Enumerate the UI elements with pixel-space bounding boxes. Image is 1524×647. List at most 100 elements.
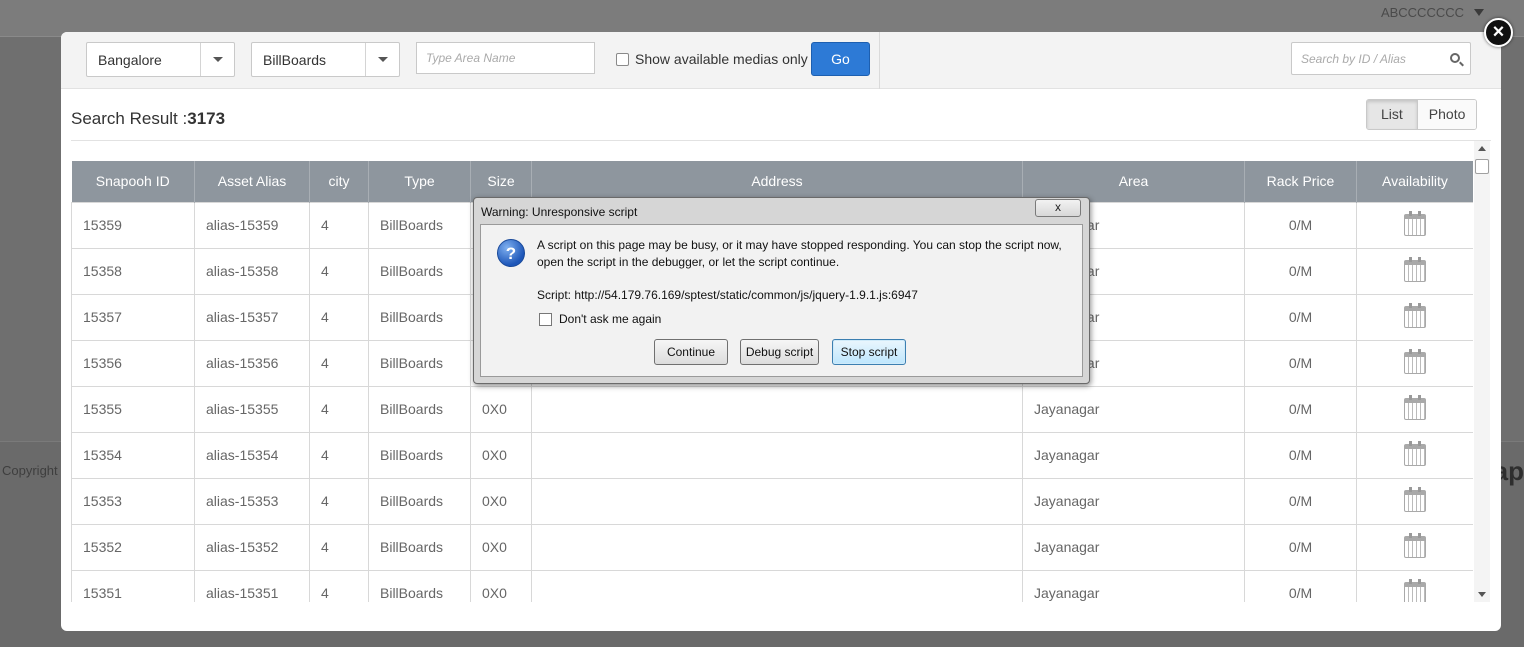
area-cell: Jayanagar xyxy=(1022,477,1245,525)
column-header[interactable]: Availability xyxy=(1356,161,1473,202)
rack-price-cell: 0/M xyxy=(1244,293,1357,341)
calendar-icon[interactable] xyxy=(1404,441,1426,466)
rack-price-cell: 0/M xyxy=(1244,247,1357,295)
search-result-label: Search Result : xyxy=(71,109,188,128)
stop-script-button[interactable]: Stop script xyxy=(832,339,906,365)
column-header[interactable]: Size xyxy=(470,161,532,202)
chevron-down-icon[interactable] xyxy=(365,43,399,76)
table-row[interactable]: 15354 alias-15354 4 BillBoards 0X0 Jayanagar 0… xyxy=(71,431,1473,479)
city-cell: 4 xyxy=(309,339,369,387)
type-cell: BillBoards xyxy=(368,431,471,479)
type-cell: BillBoards xyxy=(368,293,471,341)
snapooh-id-cell: 15356 xyxy=(71,339,195,387)
asset-alias-cell: alias-15355 xyxy=(194,385,310,433)
city-select[interactable]: Bangalore xyxy=(86,42,235,77)
chevron-down-icon[interactable] xyxy=(200,43,234,76)
calendar-icon[interactable] xyxy=(1404,533,1426,558)
snapooh-id-cell: 15354 xyxy=(71,431,195,479)
copyright-text: Copyright xyxy=(2,463,58,478)
show-available-checkbox-row[interactable]: Show available medias only xyxy=(616,51,808,67)
area-cell: Jayanagar xyxy=(1022,385,1245,433)
dont-ask-label: Don't ask me again xyxy=(559,312,662,326)
search-result-count: 3173 xyxy=(187,109,226,128)
calendar-icon[interactable] xyxy=(1404,487,1426,512)
availability-cell xyxy=(1356,385,1473,433)
snapooh-id-cell: 15358 xyxy=(71,247,195,295)
rack-price-cell: 0/M xyxy=(1244,339,1357,387)
asset-alias-cell: alias-15357 xyxy=(194,293,310,341)
size-cell: 0X0 xyxy=(470,569,532,602)
availability-cell xyxy=(1356,477,1473,525)
type-cell: BillBoards xyxy=(368,477,471,525)
id-alias-search-input[interactable] xyxy=(1292,43,1432,74)
column-header[interactable]: Snapooh ID xyxy=(71,161,195,202)
address-cell xyxy=(531,569,1023,602)
address-cell xyxy=(531,523,1023,571)
toolbar-divider xyxy=(879,32,880,89)
continue-button[interactable]: Continue xyxy=(654,339,728,365)
dialog-message: A script on this page may be busy, or it… xyxy=(537,238,1062,269)
size-cell: 0X0 xyxy=(470,523,532,571)
calendar-icon[interactable] xyxy=(1404,211,1426,236)
availability-cell xyxy=(1356,523,1473,571)
snapooh-id-cell: 15359 xyxy=(71,201,195,249)
calendar-icon[interactable] xyxy=(1404,349,1426,374)
close-icon[interactable]: × xyxy=(1484,18,1513,47)
column-header[interactable]: Type xyxy=(368,161,471,202)
availability-cell xyxy=(1356,569,1473,602)
calendar-icon[interactable] xyxy=(1404,303,1426,328)
availability-cell xyxy=(1356,201,1473,249)
scroll-down-icon[interactable] xyxy=(1478,592,1486,597)
city-cell: 4 xyxy=(309,201,369,249)
dont-ask-checkbox-row[interactable]: Don't ask me again xyxy=(539,312,661,326)
rack-price-cell: 0/M xyxy=(1244,431,1357,479)
search-icon[interactable] xyxy=(1450,53,1460,63)
asset-alias-cell: alias-15353 xyxy=(194,477,310,525)
rack-price-cell: 0/M xyxy=(1244,201,1357,249)
city-cell: 4 xyxy=(309,293,369,341)
city-cell: 4 xyxy=(309,385,369,433)
id-alias-search[interactable] xyxy=(1291,42,1471,75)
show-available-checkbox[interactable] xyxy=(616,52,629,66)
table-row[interactable]: 15351 alias-15351 4 BillBoards 0X0 Jayanagar 0… xyxy=(71,569,1473,602)
go-button[interactable]: Go xyxy=(811,42,870,76)
table-row[interactable]: 15353 alias-15353 4 BillBoards 0X0 Jayanagar 0… xyxy=(71,477,1473,525)
column-header[interactable]: Asset Alias xyxy=(194,161,310,202)
type-cell: BillBoards xyxy=(368,569,471,602)
asset-alias-cell: alias-15359 xyxy=(194,201,310,249)
calendar-icon[interactable] xyxy=(1404,579,1426,602)
column-header[interactable]: Area xyxy=(1022,161,1245,202)
column-header[interactable]: city xyxy=(309,161,369,202)
column-header[interactable]: Address xyxy=(531,161,1023,202)
list-view-button[interactable]: List xyxy=(1367,100,1418,129)
area-cell: Jayanagar xyxy=(1022,431,1245,479)
photo-view-button[interactable]: Photo xyxy=(1417,100,1477,129)
snapooh-id-cell: 15355 xyxy=(71,385,195,433)
city-cell: 4 xyxy=(309,477,369,525)
scroll-up-icon[interactable] xyxy=(1478,146,1486,151)
scroll-thumb[interactable] xyxy=(1475,159,1489,174)
area-cell: Jayanagar xyxy=(1022,523,1245,571)
snapooh-id-cell: 15351 xyxy=(71,569,195,602)
snapooh-id-cell: 15352 xyxy=(71,523,195,571)
table-row[interactable]: 15352 alias-15352 4 BillBoards 0X0 Jayanagar 0… xyxy=(71,523,1473,571)
calendar-icon[interactable] xyxy=(1404,257,1426,282)
search-result-title: Search Result :3173 xyxy=(71,109,225,129)
table-row[interactable]: 15355 alias-15355 4 BillBoards 0X0 Jayanagar 0… xyxy=(71,385,1473,433)
user-menu[interactable]: ABCCCCCCC xyxy=(1381,5,1484,20)
media-type-select[interactable]: BillBoards xyxy=(251,42,400,77)
filter-toolbar: Bangalore BillBoards Show available medi… xyxy=(61,32,1501,89)
size-cell: 0X0 xyxy=(470,385,532,433)
availability-cell xyxy=(1356,293,1473,341)
city-cell: 4 xyxy=(309,247,369,295)
dialog-close-button[interactable]: x xyxy=(1035,199,1081,217)
table-scrollbar[interactable] xyxy=(1474,141,1490,602)
area-name-input[interactable] xyxy=(416,42,595,74)
rack-price-cell: 0/M xyxy=(1244,569,1357,602)
debug-script-button[interactable]: Debug script xyxy=(740,339,819,365)
dont-ask-checkbox[interactable] xyxy=(539,312,552,326)
calendar-icon[interactable] xyxy=(1404,395,1426,420)
media-type-select-value: BillBoards xyxy=(263,52,327,68)
column-header[interactable]: Rack Price xyxy=(1244,161,1357,202)
result-divider xyxy=(71,140,1491,141)
